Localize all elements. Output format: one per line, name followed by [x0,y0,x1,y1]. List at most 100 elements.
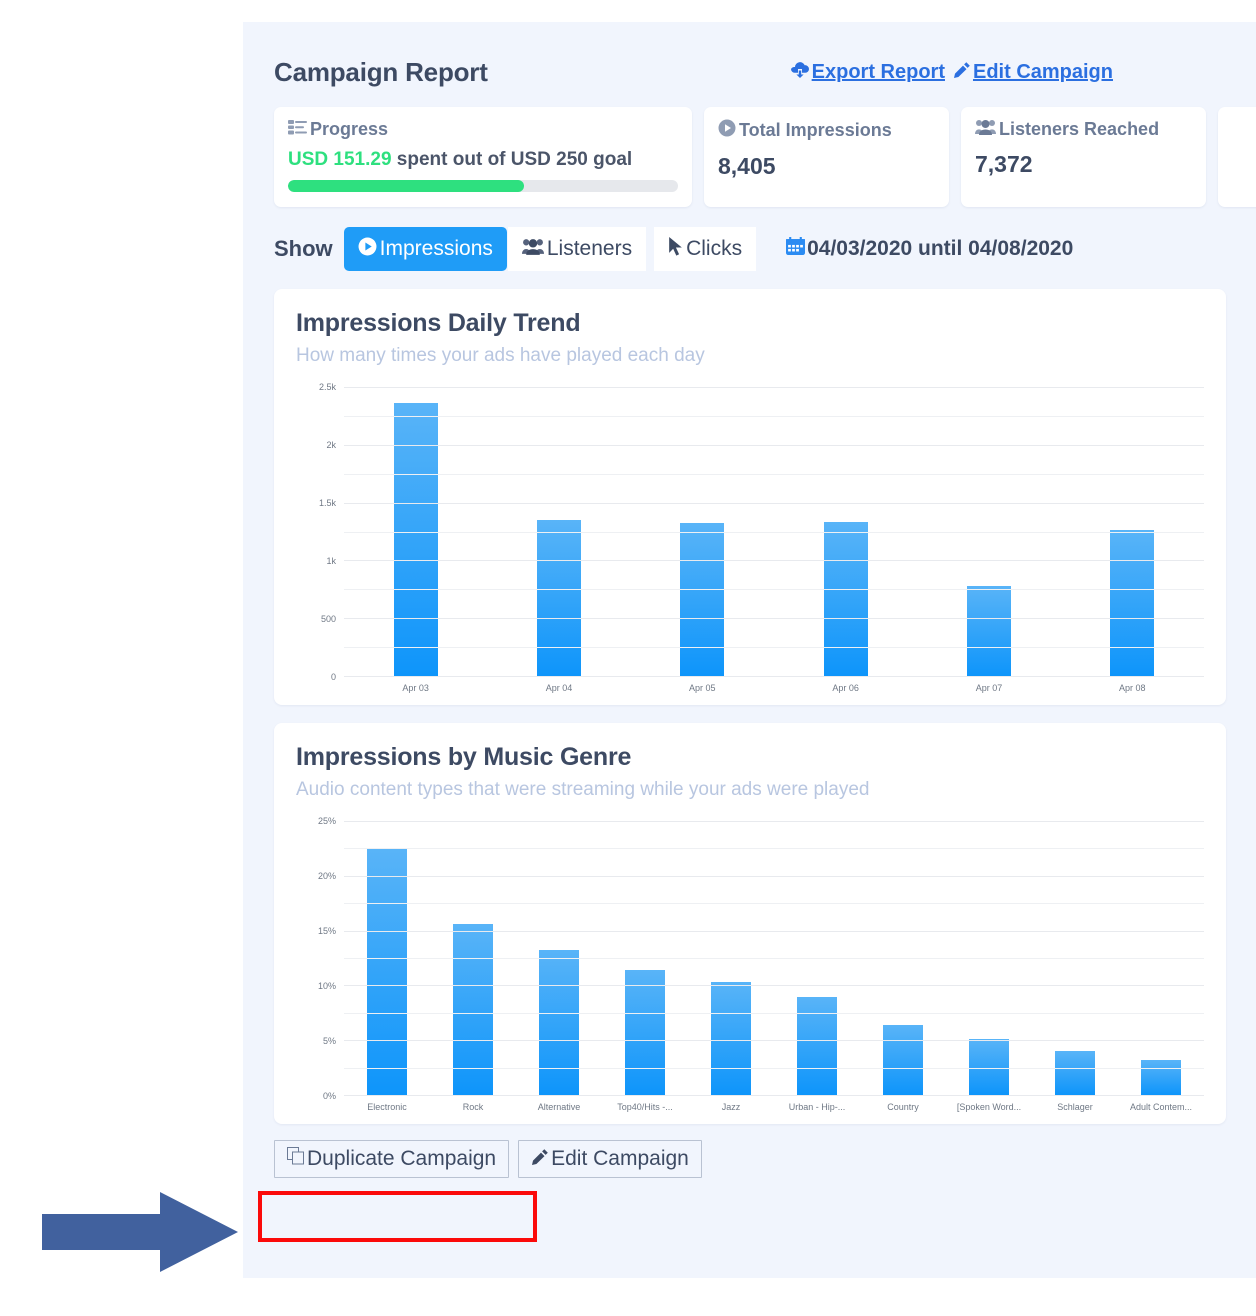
genre-subtitle: Audio content types that were streaming … [296,779,870,800]
edit-campaign-button[interactable]: Edit Campaign [518,1140,702,1178]
export-report-label: Export Report [811,60,945,83]
progress-card-header: Progress [288,119,678,140]
x-tick-label: [Spoken Word... [956,1102,1022,1112]
x-tick-label: Rock [462,1102,484,1112]
play-circle-icon [358,237,377,262]
bar[interactable] [536,519,581,676]
bar[interactable] [711,982,751,1095]
y-tick-label: 500 [320,614,336,624]
page-header: Campaign Report Export Report Edit Campa… [274,50,1226,94]
total-impressions-label: Total Impressions [739,120,892,140]
grid-line [344,618,1204,620]
date-range-picker[interactable]: 04/03/2020 until 04/08/2020 [786,236,1073,262]
x-tick-label: Apr 06 [832,683,859,693]
daily-trend-plot [344,387,1204,677]
y-tick-label: 1.5k [318,498,336,508]
x-tick-label: Urban - Hip-... [788,1102,846,1112]
x-tick-label: Country [887,1102,919,1112]
grid-line [344,903,1204,905]
bar[interactable] [1141,1059,1181,1095]
summary-cards: Progress USD 151.29 spent out of USD 250… [274,107,1256,207]
footer-actions: Duplicate Campaign Edit Campaign [274,1140,1226,1204]
metric-toolbar: Show Impressions Listeners Clicks 04/03/… [274,227,1226,271]
x-tick-label: Apr 05 [689,683,716,693]
grid-line [344,1095,1204,1096]
daily-trend-title: Impressions Daily Trend [296,309,581,337]
metric-tabs: Impressions Listeners Clicks [343,227,757,271]
genre-x-axis: Electronic Rock Alternative Top40/Hits -...… [296,1102,1204,1112]
bar[interactable] [453,924,493,1095]
pencil-icon [953,61,973,84]
x-tick-label: Adult Contem... [1129,1102,1193,1112]
x-tick-label: Jazz [721,1102,741,1112]
x-tick-label: Schlager [1057,1102,1093,1112]
download-cloud-icon [790,61,812,84]
grid-line [344,473,1204,475]
y-tick-label: 2.5k [318,382,336,392]
x-tick-label: Apr 03 [402,683,429,693]
grid-line [344,875,1204,877]
genre-plot [344,821,1204,1096]
next-stat-card-partial [1218,107,1256,207]
y-tick-label: 15% [317,926,336,936]
people-group-icon [975,119,996,140]
genre-title: Impressions by Music Genre [296,743,632,771]
progress-card: Progress USD 151.29 spent out of USD 250… [274,107,692,207]
x-tick-label: Top40/Hits -... [617,1102,673,1112]
tab-impressions-label: Impressions [379,237,493,260]
bar[interactable] [367,848,407,1095]
daily-trend-panel: Impressions Daily Trend How many times y… [274,289,1226,705]
play-circle-icon [718,119,736,142]
tab-clicks-label: Clicks [686,237,743,260]
grid-line [344,502,1204,504]
edit-campaign-label: Edit Campaign [972,60,1113,83]
progress-bar-track [288,180,678,192]
listeners-reached-value: 7,372 [975,151,1033,177]
genre-y-axis: 0% 5% 10% 15% 20% 25% [296,816,340,1101]
x-tick-label: Apr 04 [545,683,573,693]
listeners-reached-card: Listeners Reached 7,372 [961,107,1206,207]
pointer-arrow [42,1192,242,1277]
x-tick-label: Alternative [537,1102,581,1112]
edit-campaign-link[interactable]: Edit Campaign [953,61,1113,84]
y-tick-label: 2k [326,440,336,450]
header-actions: Export Report Edit Campaign [790,61,1226,84]
tasks-list-icon [288,119,307,140]
export-report-link[interactable]: Export Report [790,61,945,84]
progress-bar-fill [288,180,524,192]
tab-impressions[interactable]: Impressions [343,227,507,271]
bar[interactable] [1055,1051,1095,1095]
bar[interactable] [625,970,665,1095]
y-tick-label: 20% [317,871,336,881]
bar[interactable] [883,1024,923,1095]
grid-line [344,930,1204,932]
bar[interactable] [1110,529,1155,676]
y-tick-label: 0% [322,1091,336,1101]
campaign-report-page: Campaign Report Export Report Edit Campa… [243,22,1256,1278]
listeners-reached-header: Listeners Reached [975,119,1192,140]
tab-clicks[interactable]: Clicks [654,227,757,271]
show-label: Show [274,236,333,261]
people-group-icon [521,237,544,261]
tab-listeners[interactable]: Listeners [507,227,647,271]
grid-line [344,387,1204,388]
daily-trend-y-axis: 0 500 1k 1.5k 2k 2.5k [296,382,340,682]
x-tick-label: Apr 07 [975,683,1003,693]
grid-line [344,985,1204,987]
daily-trend-subtitle: How many times your ads have played each… [296,345,705,366]
bar[interactable] [966,586,1011,676]
pencil-icon [531,1147,549,1171]
duplicate-campaign-button[interactable]: Duplicate Campaign [274,1140,510,1178]
total-impressions-card: Total Impressions 8,405 [704,107,949,207]
y-tick-label: 0 [330,672,336,682]
spend-amount: USD 151.29 [288,149,392,170]
edit-campaign-button-label: Edit Campaign [551,1147,689,1170]
grid-line [344,647,1204,649]
total-impressions-value: 8,405 [718,153,776,179]
grid-line [344,560,1204,562]
bar[interactable] [823,522,868,676]
bar[interactable] [539,950,579,1095]
bar[interactable] [680,522,725,676]
duplicate-campaign-label: Duplicate Campaign [307,1147,497,1170]
grid-line [344,531,1204,533]
